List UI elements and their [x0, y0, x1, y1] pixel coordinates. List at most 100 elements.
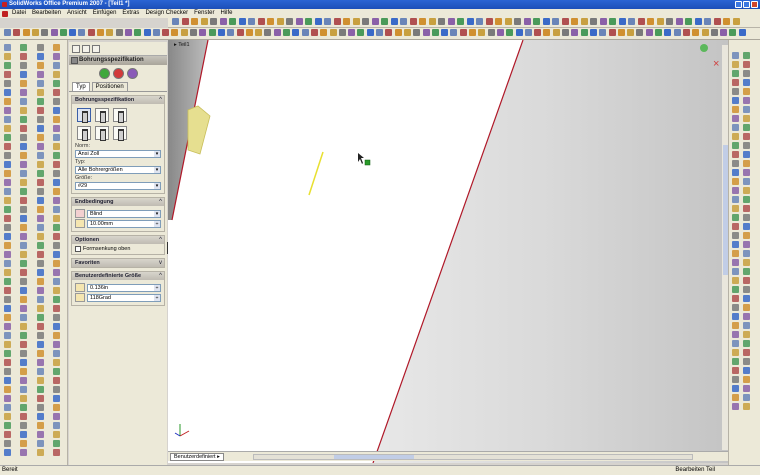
toolbar-tool-icon[interactable]	[524, 29, 532, 36]
toolbar-tool-icon[interactable]	[459, 29, 467, 36]
command-tool-icon[interactable]	[20, 395, 27, 402]
toolbar-tool-icon[interactable]	[69, 29, 77, 36]
toolbar-tool-icon[interactable]	[506, 29, 514, 36]
command-tool-icon[interactable]	[743, 358, 750, 365]
toolbar-tool-icon[interactable]	[409, 18, 417, 25]
toolbar-tool-icon[interactable]	[338, 29, 346, 36]
command-tool-icon[interactable]	[4, 170, 11, 177]
toolbar-tool-icon[interactable]	[738, 29, 746, 36]
command-tool-icon[interactable]	[20, 440, 27, 447]
toolbar-tool-icon[interactable]	[732, 18, 740, 25]
command-tool-icon[interactable]	[20, 107, 27, 114]
command-tool-icon[interactable]	[53, 80, 60, 87]
command-tool-icon[interactable]	[37, 161, 44, 168]
command-tool-icon[interactable]	[4, 431, 11, 438]
chevron-up-icon[interactable]: ^	[159, 198, 162, 206]
toolbar-tool-icon[interactable]	[487, 29, 495, 36]
command-tool-icon[interactable]	[20, 170, 27, 177]
size-select[interactable]: #29 ▾	[75, 182, 161, 190]
command-tool-icon[interactable]	[743, 205, 750, 212]
command-tool-icon[interactable]	[53, 170, 60, 177]
command-tool-icon[interactable]	[20, 413, 27, 420]
toolbar-tool-icon[interactable]	[248, 18, 255, 25]
toolbar-tool-icon[interactable]	[301, 29, 309, 36]
command-tool-icon[interactable]	[20, 215, 27, 222]
command-tool-icon[interactable]	[37, 395, 44, 402]
menu-ansicht[interactable]: Ansicht	[64, 9, 90, 18]
toolbar-tool-icon[interactable]	[357, 29, 365, 36]
minimize-button[interactable]	[735, 1, 742, 8]
command-tool-icon[interactable]	[37, 44, 44, 51]
countersink-top-option[interactable]: Formsenkung oben	[75, 246, 161, 252]
command-tool-icon[interactable]	[732, 268, 739, 275]
command-tool-icon[interactable]	[4, 107, 11, 114]
toolbar-tool-icon[interactable]	[590, 18, 597, 25]
toolbar-tool-icon[interactable]	[273, 29, 281, 36]
command-tool-icon[interactable]	[53, 206, 60, 213]
tab-positionen[interactable]: Positionen	[91, 82, 128, 91]
command-tool-icon[interactable]	[732, 133, 739, 140]
toolbar-tool-icon[interactable]	[190, 29, 197, 36]
command-tool-icon[interactable]	[37, 80, 44, 87]
toolbar-tool-icon[interactable]	[428, 18, 436, 25]
command-tool-icon[interactable]	[53, 440, 60, 447]
command-tool-icon[interactable]	[732, 151, 739, 158]
command-tool-icon[interactable]	[53, 359, 60, 366]
checkbox[interactable]	[75, 246, 81, 252]
toolbar-tool-icon[interactable]	[413, 29, 421, 36]
toolbar-tool-icon[interactable]	[97, 29, 104, 36]
dropdown-arrow-icon[interactable]: ▾	[154, 151, 160, 157]
close-button[interactable]	[751, 1, 758, 8]
command-tool-icon[interactable]	[37, 341, 44, 348]
command-tool-icon[interactable]	[37, 125, 44, 132]
toolbar-tool-icon[interactable]	[217, 29, 225, 36]
command-tool-icon[interactable]	[53, 404, 60, 411]
command-tool-icon[interactable]	[53, 224, 60, 231]
toolbar-tool-icon[interactable]	[729, 29, 737, 36]
command-tool-icon[interactable]	[53, 314, 60, 321]
toolbar-tool-icon[interactable]	[245, 29, 253, 36]
toolbar-tool-icon[interactable]	[255, 29, 263, 36]
command-tool-icon[interactable]	[732, 250, 739, 257]
spinner-icon[interactable]: ÷	[154, 294, 160, 301]
command-tool-icon[interactable]	[37, 143, 44, 150]
toolbar-tool-icon[interactable]	[645, 29, 653, 36]
countersink-button[interactable]	[95, 108, 109, 123]
toolbar-tool-icon[interactable]	[381, 18, 388, 25]
toolbar-tool-icon[interactable]	[320, 29, 328, 36]
command-tool-icon[interactable]	[743, 340, 750, 347]
command-tool-icon[interactable]	[743, 88, 750, 95]
command-tool-icon[interactable]	[4, 251, 11, 258]
command-tool-icon[interactable]	[53, 377, 60, 384]
toolbar-tool-icon[interactable]	[599, 18, 607, 25]
group-favorites-header[interactable]: Favoriten v	[72, 259, 164, 267]
command-tool-icon[interactable]	[37, 116, 44, 123]
command-tool-icon[interactable]	[53, 413, 60, 420]
horizontal-scrollbar[interactable]	[253, 454, 693, 460]
command-tool-icon[interactable]	[53, 116, 60, 123]
toolbar-tool-icon[interactable]	[655, 29, 662, 36]
command-tool-icon[interactable]	[4, 350, 11, 357]
command-tool-icon[interactable]	[20, 242, 27, 249]
command-tool-icon[interactable]	[732, 196, 739, 203]
command-tool-icon[interactable]	[732, 295, 739, 302]
command-tool-icon[interactable]	[37, 296, 44, 303]
toolbar-tool-icon[interactable]	[647, 18, 654, 25]
command-tool-icon[interactable]	[20, 314, 27, 321]
toolbar-tool-icon[interactable]	[664, 29, 672, 36]
command-tool-icon[interactable]	[20, 80, 27, 87]
diameter-field[interactable]: 0.136in ÷	[87, 283, 161, 292]
command-tool-icon[interactable]	[4, 314, 11, 321]
command-tool-icon[interactable]	[37, 269, 44, 276]
toolbar-tool-icon[interactable]	[552, 18, 559, 25]
command-tool-icon[interactable]	[53, 287, 60, 294]
toolbar-tool-icon[interactable]	[457, 18, 464, 25]
command-tool-icon[interactable]	[732, 322, 739, 329]
command-tool-icon[interactable]	[37, 413, 44, 420]
toolbar-tool-icon[interactable]	[580, 18, 588, 25]
command-tool-icon[interactable]	[20, 125, 27, 132]
command-tool-icon[interactable]	[743, 304, 750, 311]
command-tool-icon[interactable]	[4, 287, 11, 294]
view-tab[interactable]: Benutzerdefiniert ▸	[170, 453, 224, 461]
toolbar-tool-icon[interactable]	[162, 29, 170, 36]
